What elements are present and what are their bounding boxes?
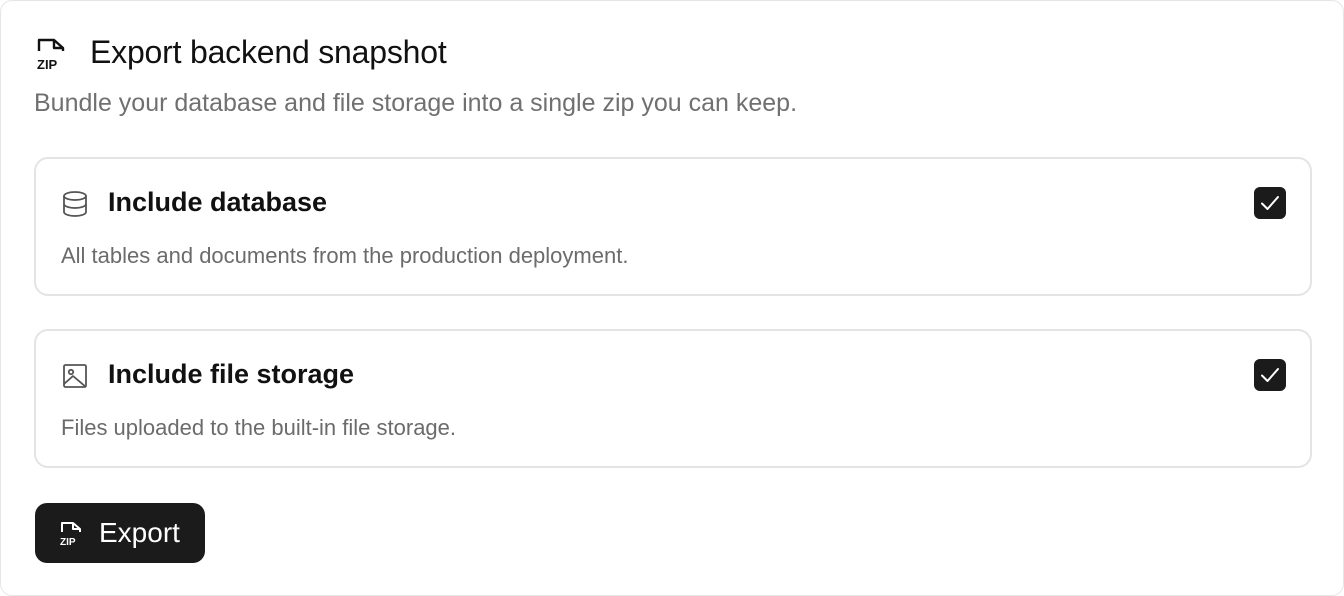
zip-file-icon: ZIP bbox=[37, 38, 65, 71]
include-database-checkbox[interactable] bbox=[1254, 187, 1286, 219]
page-subtitle: Bundle your database and file storage in… bbox=[34, 89, 798, 117]
database-icon bbox=[63, 191, 87, 217]
include-file-storage-option[interactable]: Include file storage Files uploaded to t… bbox=[34, 329, 1312, 468]
export-button-label: Export bbox=[99, 517, 180, 548]
option-description: All tables and documents from the produc… bbox=[61, 243, 629, 268]
export-button[interactable]: ZIP Export bbox=[35, 503, 205, 563]
include-database-option[interactable]: Include database All tables and document… bbox=[34, 157, 1312, 296]
export-panel: ZIP Export backend snapshot Bundle your … bbox=[0, 0, 1344, 596]
option-title: Include file storage bbox=[108, 359, 355, 389]
panel-header: ZIP Export backend snapshot bbox=[34, 34, 447, 71]
image-icon bbox=[63, 364, 87, 388]
option-description: Files uploaded to the built-in file stor… bbox=[61, 415, 457, 440]
page-title: Export backend snapshot bbox=[90, 34, 447, 70]
checkmark-icon bbox=[1261, 196, 1279, 210]
option-title: Include database bbox=[108, 187, 328, 217]
include-file-storage-checkbox[interactable] bbox=[1254, 359, 1286, 391]
zip-file-icon: ZIP bbox=[60, 522, 81, 546]
checkmark-icon bbox=[1261, 368, 1279, 382]
svg-text:ZIP: ZIP bbox=[37, 57, 58, 71]
svg-text:ZIP: ZIP bbox=[60, 537, 76, 546]
